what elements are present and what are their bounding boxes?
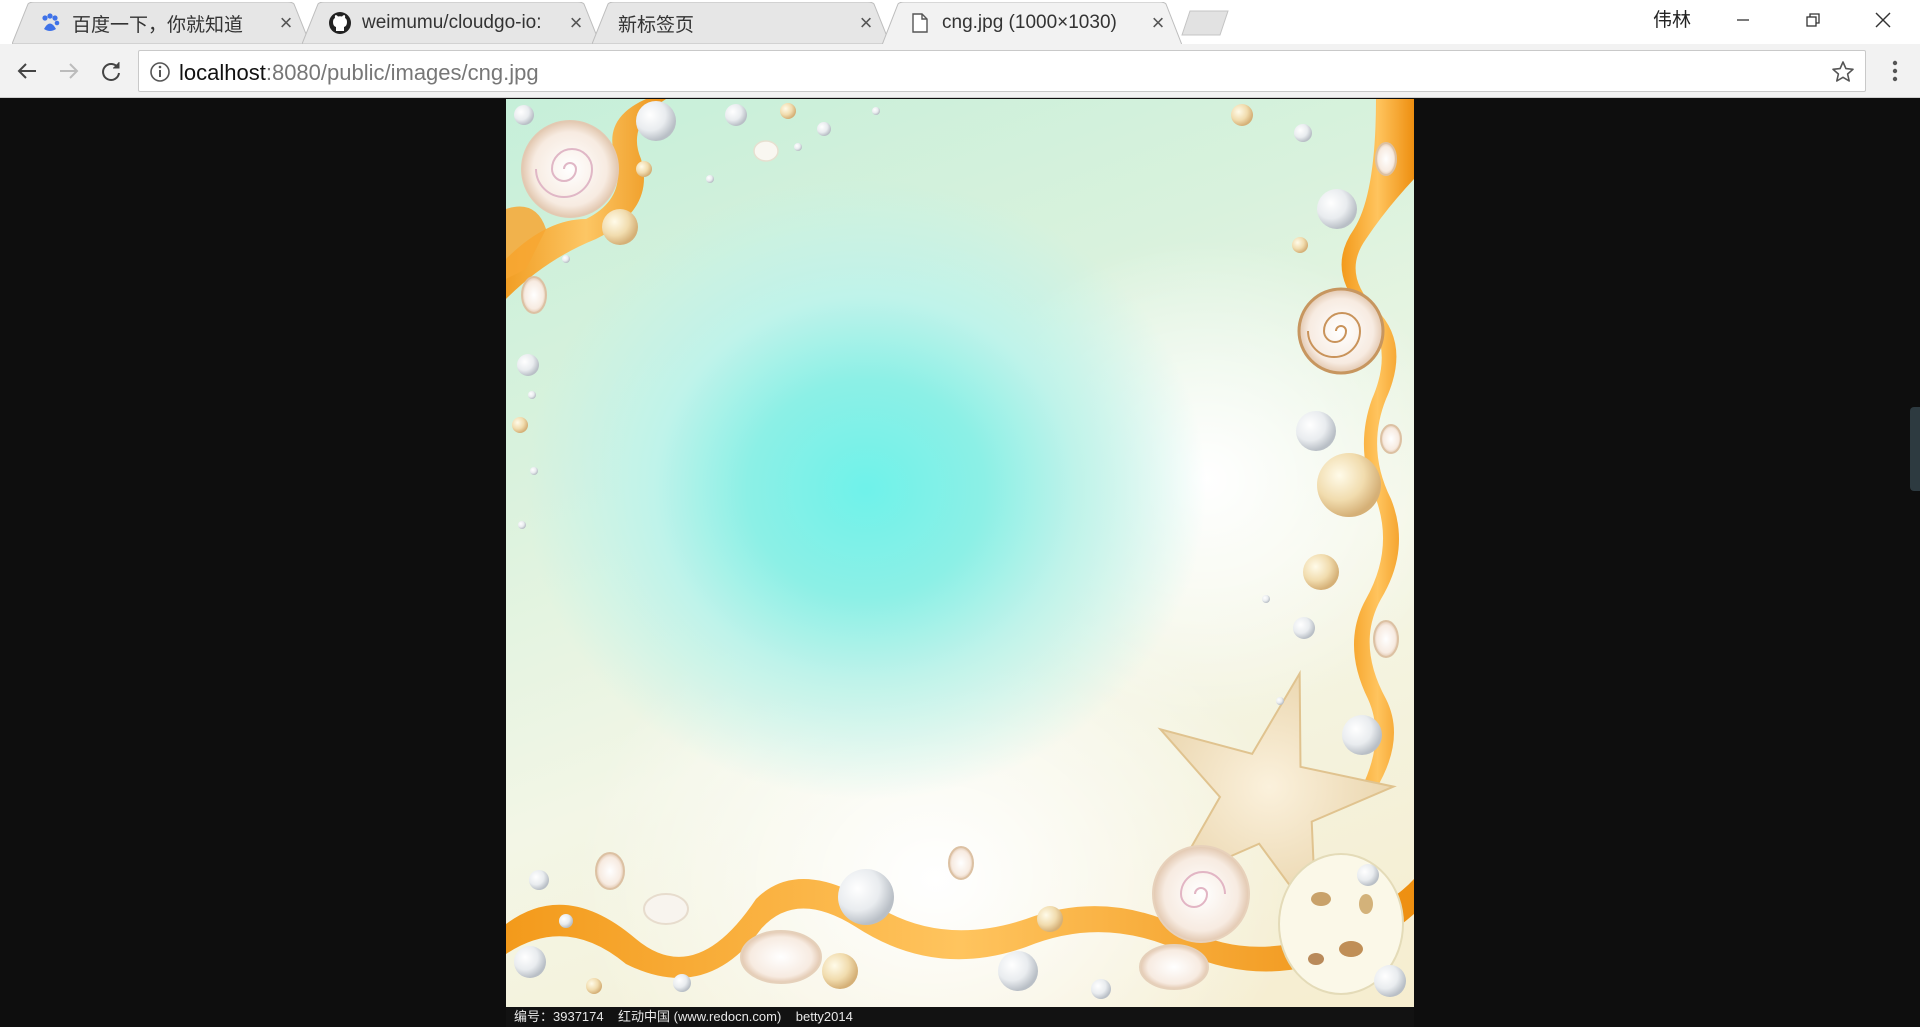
forward-button[interactable] bbox=[52, 54, 86, 88]
arrow-right-icon bbox=[60, 63, 79, 79]
bookmark-star-icon[interactable] bbox=[1831, 60, 1855, 84]
side-panel-handle[interactable] bbox=[1910, 407, 1920, 491]
tab-label: 新标签页 bbox=[618, 14, 695, 36]
url-path: :8080/public/images/cng.jpg bbox=[265, 60, 539, 85]
browser-toolbar: localhost:8080/public/images/cng.jpg bbox=[0, 44, 1920, 98]
tab-label: 百度一下，你就知道 bbox=[72, 14, 244, 36]
page-viewport: 编号：3937174 红动中国 (www.redocn.com) betty20… bbox=[0, 99, 1920, 1027]
minimize-icon bbox=[1737, 19, 1749, 21]
file-icon bbox=[908, 11, 932, 35]
url-text[interactable]: localhost:8080/public/images/cng.jpg bbox=[179, 60, 539, 86]
url-host: localhost bbox=[179, 60, 266, 85]
tab-new-tab[interactable]: 新标签页 × bbox=[592, 2, 890, 44]
seashell-border-artwork bbox=[506, 99, 1414, 999]
tab-strip: 百度一下，你就知道 × weimumu/cloudgo-io: × 新标签页 × bbox=[0, 0, 1920, 44]
reload-icon bbox=[102, 62, 120, 81]
image-caption: 编号：3937174 红动中国 (www.redocn.com) betty20… bbox=[506, 1007, 1414, 1027]
close-icon[interactable]: × bbox=[276, 12, 296, 34]
close-icon[interactable]: × bbox=[856, 12, 876, 34]
reload-button[interactable] bbox=[94, 54, 128, 88]
arrow-left-icon bbox=[17, 63, 36, 79]
back-button[interactable] bbox=[10, 54, 44, 88]
restore-button[interactable] bbox=[1778, 0, 1848, 40]
tab-label: weimumu/cloudgo-io: bbox=[362, 12, 542, 33]
close-icon[interactable]: × bbox=[1148, 12, 1168, 34]
browser-menu-button[interactable] bbox=[1880, 56, 1910, 86]
new-tab-button[interactable] bbox=[1180, 10, 1230, 36]
displayed-image[interactable] bbox=[506, 99, 1414, 1007]
profile-button[interactable]: 伟林 bbox=[1642, 8, 1702, 34]
info-icon[interactable] bbox=[149, 61, 171, 83]
address-bar[interactable]: localhost:8080/public/images/cng.jpg bbox=[138, 50, 1866, 92]
github-icon bbox=[328, 11, 352, 35]
tab-baidu[interactable]: 百度一下，你就知道 × bbox=[12, 2, 310, 44]
close-icon[interactable]: × bbox=[566, 12, 586, 34]
tab-github[interactable]: weimumu/cloudgo-io: × bbox=[302, 2, 600, 44]
window-close-button[interactable] bbox=[1848, 0, 1918, 40]
restore-icon bbox=[1806, 13, 1820, 27]
tab-active-image[interactable]: cng.jpg (1000×1030) × bbox=[882, 2, 1182, 44]
kebab-menu-icon bbox=[1892, 60, 1898, 82]
minimize-button[interactable] bbox=[1708, 0, 1778, 40]
baidu-paw-icon bbox=[38, 11, 62, 35]
window-close-icon bbox=[1875, 12, 1891, 28]
tab-label: cng.jpg (1000×1030) bbox=[942, 12, 1117, 33]
